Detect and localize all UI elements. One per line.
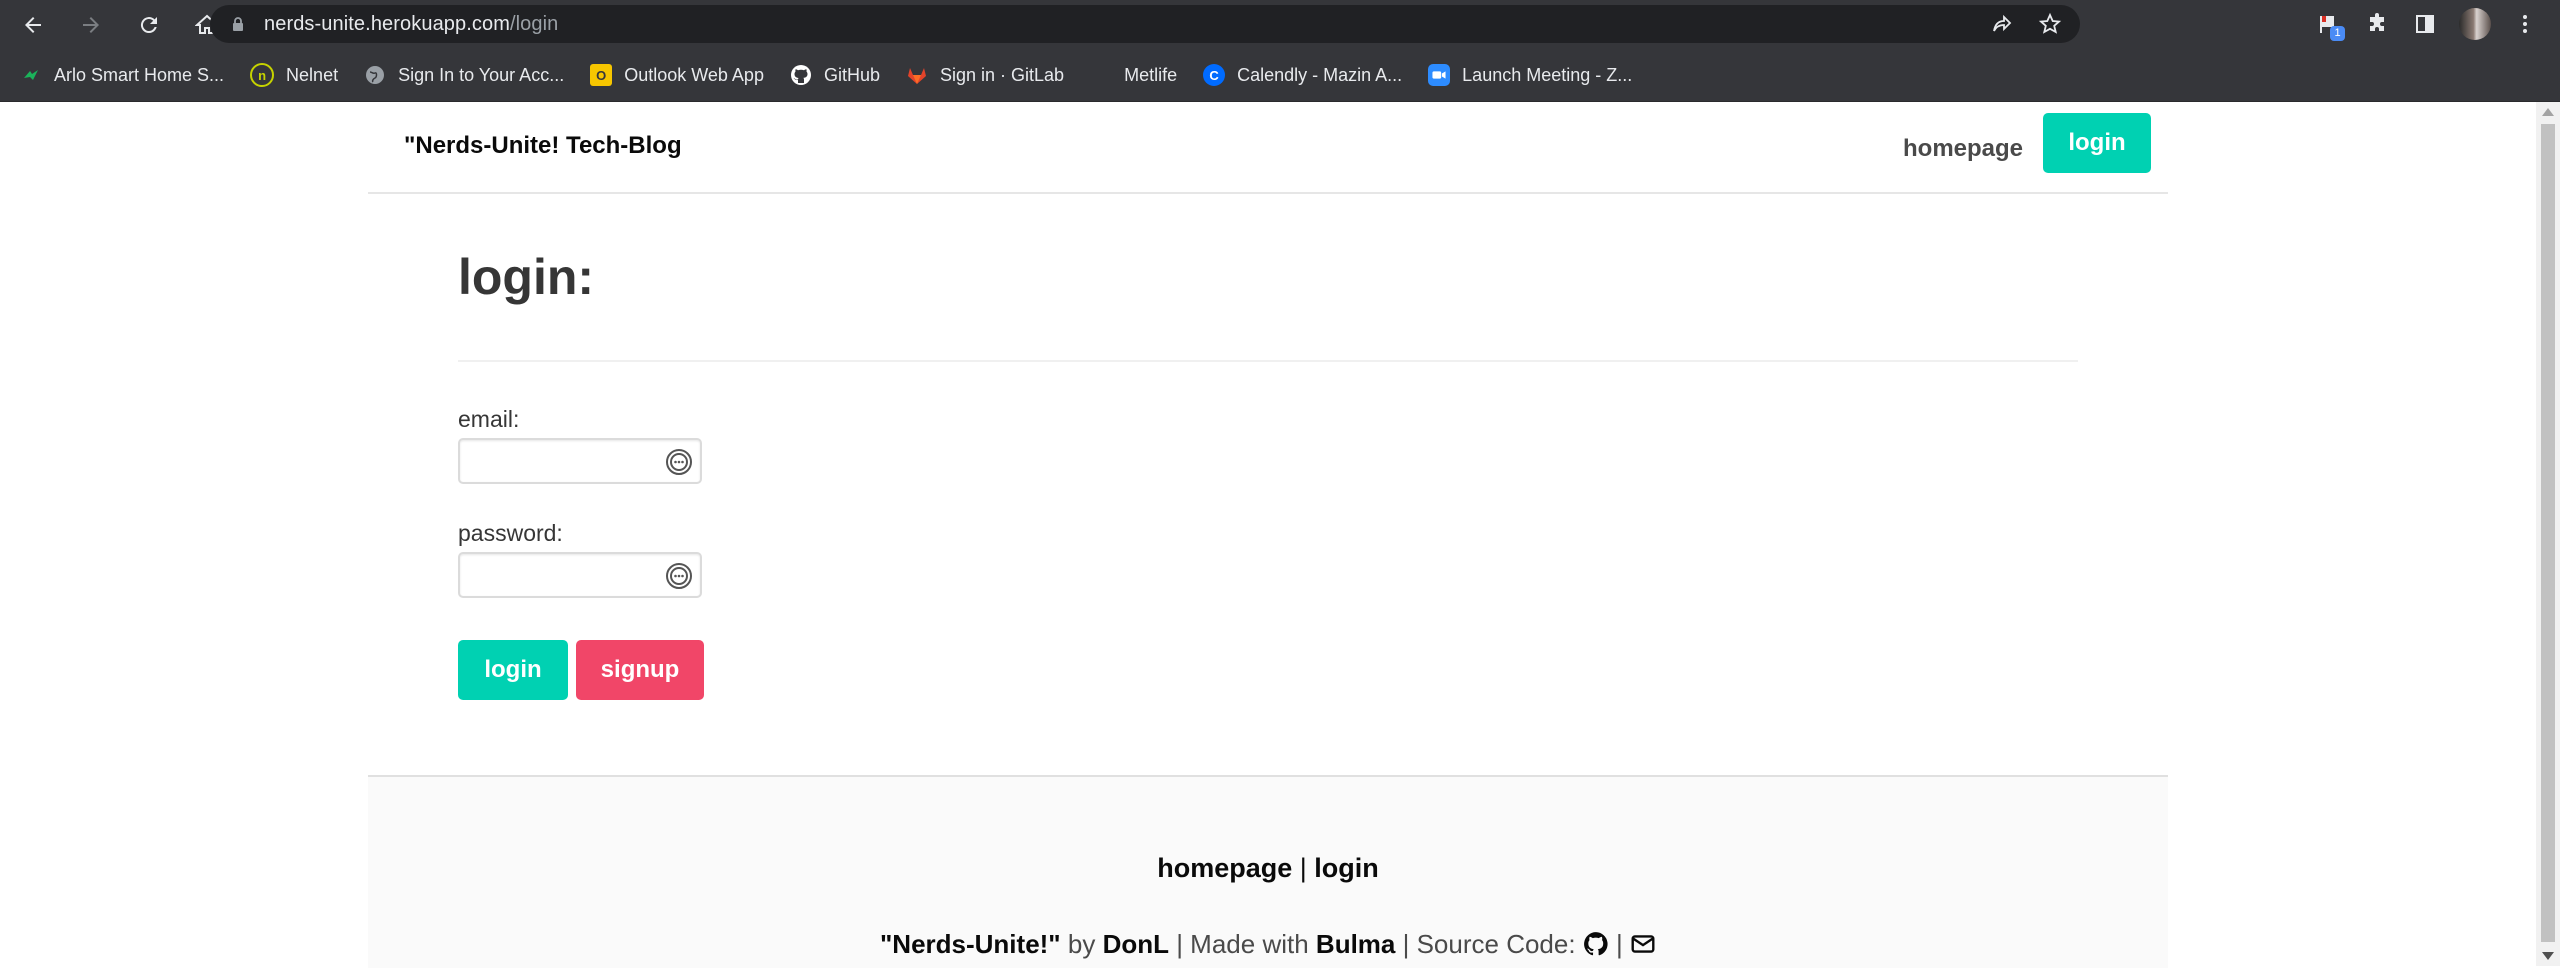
bookmark-label: Arlo Smart Home S... <box>54 64 225 85</box>
vertical-scrollbar[interactable] <box>2536 102 2560 966</box>
bookmark-nelnet[interactable]: n Nelnet <box>242 55 346 95</box>
email-label: email: <box>458 406 520 432</box>
extension-flag-button[interactable]: 1 <box>2315 9 2345 41</box>
page-title: login: <box>458 249 595 305</box>
extensions-area: 1 <box>2315 8 2539 41</box>
scrollbar-thumb[interactable] <box>2541 124 2555 942</box>
kebab-menu-icon <box>2523 15 2527 33</box>
footer-bulma-link[interactable]: Bulma <box>1316 929 1395 959</box>
footer-separator: | <box>1608 929 1631 959</box>
bookmark-arlo[interactable]: Arlo Smart Home S... <box>12 55 232 95</box>
reload-button[interactable] <box>132 8 166 42</box>
github-icon <box>790 64 812 86</box>
footer-login-link[interactable]: login <box>1314 853 1378 883</box>
footer-source-text: | Source Code: <box>1395 929 1583 959</box>
scroll-up-arrow-icon[interactable] <box>2542 108 2554 116</box>
bookmark-label: Nelnet <box>286 64 339 85</box>
reload-icon <box>140 16 157 33</box>
bookmark-label: GitHub <box>823 64 880 85</box>
forward-button[interactable] <box>74 8 108 42</box>
bookmark-label: Outlook Web App <box>624 64 764 85</box>
nav-login-button[interactable]: login <box>2043 113 2151 173</box>
bookmark-label: Calendly - Mazin A... <box>1237 64 1403 85</box>
bookmark-label: Sign in · GitLab <box>940 64 1065 85</box>
bookmark-metlife[interactable]: Metlife <box>1082 55 1185 95</box>
bookmark-github[interactable]: GitHub <box>782 55 888 95</box>
globe-icon <box>364 64 386 86</box>
extensions-button[interactable] <box>2363 9 2391 39</box>
zoom-icon <box>1428 64 1451 86</box>
footer-by-text: by <box>1060 929 1103 959</box>
footer-separator: | <box>1292 853 1315 883</box>
side-panel-icon <box>2416 15 2434 33</box>
profile-avatar[interactable] <box>2459 8 2491 40</box>
footer-project-name: "Nerds-Unite!" <box>879 929 1061 959</box>
chrome-menu-button[interactable] <box>2511 9 2539 39</box>
url-text: nerds-unite.herokuapp.com/login <box>264 12 559 35</box>
back-arrow-icon <box>25 16 41 33</box>
bookmark-gitlab[interactable]: Sign in · GitLab <box>898 55 1072 95</box>
back-button[interactable] <box>16 8 50 42</box>
calendly-icon: C <box>1203 64 1226 86</box>
signup-button[interactable]: signup <box>576 640 704 700</box>
browser-toolbar: nerds-unite.herokuapp.com/login 1 <box>0 0 2560 49</box>
footer-homepage-link[interactable]: homepage <box>1157 853 1292 883</box>
bookmark-label: Metlife <box>1124 64 1178 85</box>
password-field[interactable] <box>458 552 702 598</box>
footer-made-with-text: | Made with <box>1168 929 1316 959</box>
nelnet-icon: n <box>250 63 275 87</box>
address-bar[interactable]: nerds-unite.herokuapp.com/login <box>210 5 2080 43</box>
bookmark-label: Sign In to Your Acc... <box>398 64 565 85</box>
footer-links: homepage | login <box>368 853 2168 884</box>
forward-arrow-icon <box>83 16 99 33</box>
lock-icon <box>233 17 243 31</box>
site-navbar: "Nerds-Unite! Tech-Blog homepage login <box>368 102 2168 194</box>
page-viewport: "Nerds-Unite! Tech-Blog homepage login l… <box>0 102 2536 968</box>
bookmarks-bar: Arlo Smart Home S... n Nelnet Sign In to… <box>0 49 2560 102</box>
arlo-icon <box>20 64 42 86</box>
page-container: "Nerds-Unite! Tech-Blog homepage login l… <box>368 102 2168 968</box>
bookmark-label: Launch Meeting - Z... <box>1462 64 1633 85</box>
share-icon[interactable] <box>1990 12 2014 36</box>
password-manager-icon[interactable] <box>664 561 694 591</box>
site-footer: homepage | login "Nerds-Unite!" by DonL … <box>368 775 2168 968</box>
bookmark-sign-in[interactable]: Sign In to Your Acc... <box>356 55 572 95</box>
site-brand[interactable]: "Nerds-Unite! Tech-Blog <box>404 132 682 160</box>
footer-credit: "Nerds-Unite!" by DonL | Made with Bulma… <box>368 929 2168 960</box>
gitlab-icon <box>906 64 928 86</box>
extension-badge: 1 <box>2330 26 2345 41</box>
scroll-down-arrow-icon[interactable] <box>2542 952 2554 960</box>
envelope-icon[interactable] <box>1630 931 1656 957</box>
outlook-icon: O <box>590 64 613 86</box>
github-icon[interactable] <box>1583 931 1609 957</box>
password-manager-icon[interactable] <box>664 447 694 477</box>
side-panel-button[interactable] <box>2411 9 2439 39</box>
bookmark-zoom[interactable]: Launch Meeting - Z... <box>1420 55 1640 95</box>
bookmark-star-icon[interactable] <box>2038 12 2062 36</box>
email-field[interactable] <box>458 438 702 484</box>
metlife-icon <box>1090 64 1112 86</box>
footer-author-link[interactable]: DonL <box>1103 929 1169 959</box>
bookmark-calendly[interactable]: C Calendly - Mazin A... <box>1195 55 1410 95</box>
nav-homepage-link[interactable]: homepage <box>1903 135 2023 163</box>
title-divider <box>458 360 2078 362</box>
password-label: password: <box>458 520 563 546</box>
login-submit-button[interactable]: login <box>458 640 568 700</box>
bookmark-outlook[interactable]: O Outlook Web App <box>582 55 772 95</box>
puzzle-icon <box>2370 13 2384 31</box>
